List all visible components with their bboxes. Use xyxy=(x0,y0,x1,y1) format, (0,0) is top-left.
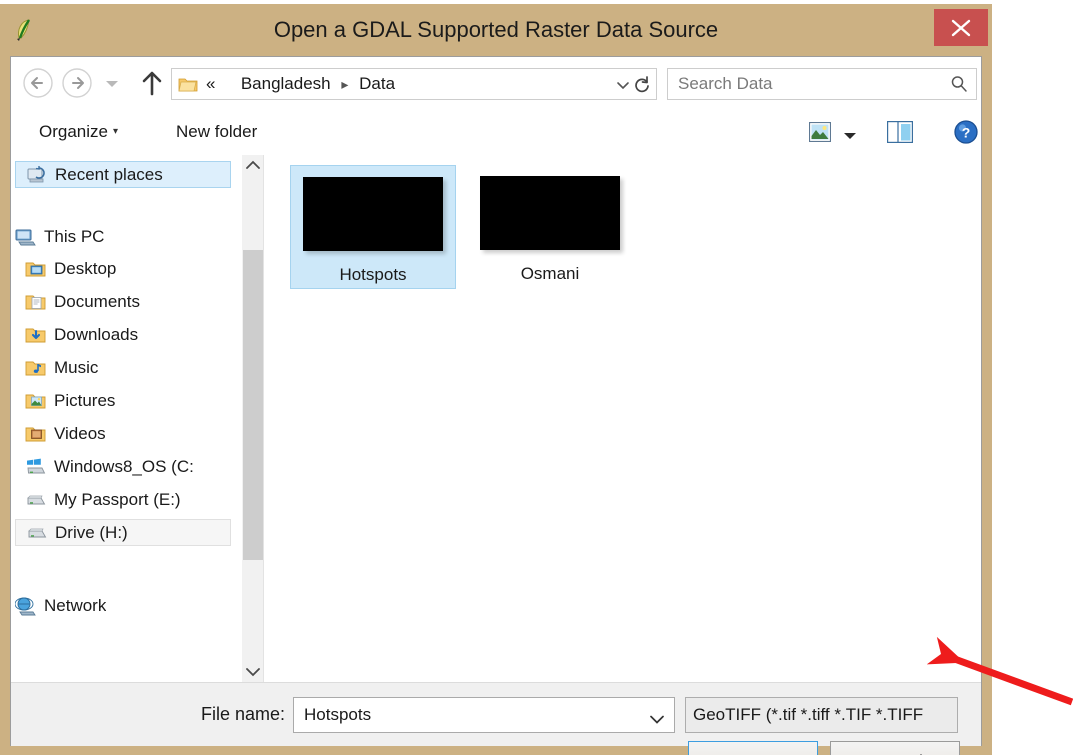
downloads-folder-icon xyxy=(25,325,47,345)
open-button[interactable]: Open xyxy=(688,741,818,755)
close-icon xyxy=(951,19,971,37)
chevron-down-icon[interactable] xyxy=(650,711,664,724)
arrow-up-icon xyxy=(142,71,162,96)
breadcrumb-separator: ▸ xyxy=(341,76,349,92)
search-box[interactable]: Search Data xyxy=(667,68,977,100)
arrow-left-icon xyxy=(23,68,53,98)
videos-folder-icon xyxy=(25,424,47,444)
sidebar-item-label: Pictures xyxy=(54,390,116,410)
help-question-icon[interactable]: ? xyxy=(954,120,978,144)
music-folder-icon xyxy=(25,358,47,378)
recent-places-icon xyxy=(26,165,48,185)
scroll-down-button[interactable] xyxy=(242,660,264,682)
up-one-level-button[interactable] xyxy=(141,69,163,97)
sidebar-item-windows8-os-c[interactable]: Windows8_OS (C: xyxy=(15,453,231,480)
black-raster-thumbnail xyxy=(303,177,443,251)
sidebar-item-label: Music xyxy=(54,357,99,377)
sidebar-item-label: Network xyxy=(44,595,107,615)
sidebar-item-label: Documents xyxy=(54,291,140,311)
breadcrumb[interactable]: « Bangladesh ▸ Data xyxy=(171,68,657,100)
back-button[interactable] xyxy=(22,67,54,99)
cancel-button[interactable]: Cancel xyxy=(830,741,960,755)
chevron-down-icon xyxy=(617,82,629,90)
chevron-down-icon xyxy=(246,668,260,677)
file-name-label: File name: xyxy=(201,704,286,724)
window-title: Open a GDAL Supported Raster Data Source xyxy=(273,17,719,42)
file-item-hotspots[interactable]: Hotspots xyxy=(290,165,456,289)
navigation-sidebar[interactable]: Recent places This PC Desktop Documents … xyxy=(11,155,241,682)
sidebar-item-desktop[interactable]: Desktop xyxy=(15,255,231,282)
sidebar-item-recent-places[interactable]: Recent places xyxy=(15,161,231,188)
file-item-label: Osmani xyxy=(520,264,580,283)
sidebar-item-label: Recent places xyxy=(55,164,163,184)
sidebar-scrollbar[interactable] xyxy=(241,155,264,682)
scrollbar-thumb[interactable] xyxy=(243,250,263,560)
chevron-down-icon xyxy=(106,81,118,87)
caret-down-icon: ▾ xyxy=(112,126,119,137)
refresh-button[interactable] xyxy=(632,75,652,95)
file-dialog: « Bangladesh ▸ Data Search Data Organize… xyxy=(10,56,982,755)
sidebar-item-my-passport-e[interactable]: My Passport (E:) xyxy=(15,486,231,513)
scroll-up-button[interactable] xyxy=(242,155,264,177)
sidebar-item-videos[interactable]: Videos xyxy=(15,420,231,447)
recent-locations-button[interactable] xyxy=(105,77,119,89)
sidebar-item-label: Downloads xyxy=(54,324,139,344)
sidebar-item-label: Videos xyxy=(54,423,106,443)
sidebar-item-label: This PC xyxy=(44,226,105,246)
preview-pane-icon[interactable] xyxy=(886,120,914,144)
svg-text:?: ? xyxy=(962,125,971,141)
folder-icon xyxy=(178,75,198,93)
navigation-bar: « Bangladesh ▸ Data Search Data xyxy=(11,57,981,109)
file-list[interactable]: Hotspots Osmani xyxy=(264,155,981,682)
sidebar-item-network[interactable]: Network xyxy=(14,592,231,619)
file-item-osmani[interactable]: Osmani xyxy=(467,165,633,289)
black-raster-thumbnail xyxy=(480,176,620,250)
pictures-folder-icon xyxy=(25,391,47,411)
refresh-icon xyxy=(635,76,649,93)
search-icon xyxy=(950,75,968,93)
this-pc-icon xyxy=(15,227,37,247)
sidebar-item-music[interactable]: Music xyxy=(15,354,231,381)
sidebar-item-downloads[interactable]: Downloads xyxy=(15,321,231,348)
dialog-window: Open a GDAL Supported Raster Data Source xyxy=(0,4,992,755)
breadcrumb-part-0[interactable]: Bangladesh xyxy=(241,74,331,93)
documents-folder-icon xyxy=(25,292,47,312)
file-type-filter-value: GeoTIFF (*.tif *.tiff *.TIF *.TIFF xyxy=(693,705,924,724)
file-type-filter-dropdown[interactable]: GeoTIFF (*.tif *.tiff *.TIF *.TIFF xyxy=(685,697,958,733)
caret-down-icon xyxy=(844,133,856,139)
drive-icon xyxy=(26,523,48,543)
sidebar-item-pictures[interactable]: Pictures xyxy=(15,387,231,414)
sidebar-item-label: Drive (H:) xyxy=(55,522,128,542)
drive-icon xyxy=(25,490,47,510)
arrow-right-icon xyxy=(62,68,92,98)
toolbar: Organize ▾ New folder ? xyxy=(11,109,981,156)
sidebar-item-label: My Passport (E:) xyxy=(54,489,181,509)
picture-view-icon[interactable] xyxy=(808,121,832,143)
breadcrumb-prefix: « xyxy=(206,74,216,93)
organize-button[interactable]: Organize ▾ xyxy=(39,109,118,155)
sidebar-item-label: Windows8_OS (C: xyxy=(54,456,194,476)
breadcrumb-path: « Bangladesh ▸ Data xyxy=(206,69,395,99)
sidebar-item-this-pc[interactable]: This PC xyxy=(15,223,231,250)
search-input[interactable]: Search Data xyxy=(678,69,773,99)
breadcrumb-part-1[interactable]: Data xyxy=(359,74,395,93)
file-item-label: Hotspots xyxy=(339,265,407,284)
windows-drive-icon xyxy=(25,457,47,477)
sidebar-item-drive-h[interactable]: Drive (H:) xyxy=(15,519,231,546)
sidebar-item-documents[interactable]: Documents xyxy=(15,288,231,315)
view-dropdown-button[interactable] xyxy=(843,128,857,139)
file-name-value[interactable]: Hotspots xyxy=(304,698,371,732)
close-button[interactable] xyxy=(934,9,988,46)
desktop-folder-icon xyxy=(25,259,47,279)
title-bar: Open a GDAL Supported Raster Data Source xyxy=(0,4,992,56)
forward-button[interactable] xyxy=(61,67,93,99)
screenshot-root: Open a GDAL Supported Raster Data Source xyxy=(0,0,1073,755)
file-name-input[interactable]: Hotspots xyxy=(293,697,675,733)
chevron-up-icon xyxy=(246,160,260,169)
breadcrumb-dropdown-button[interactable] xyxy=(616,78,630,92)
new-folder-button[interactable]: New folder xyxy=(176,109,257,155)
sidebar-item-label: Desktop xyxy=(54,258,117,278)
network-icon xyxy=(14,596,37,616)
organize-label: Organize xyxy=(39,122,108,141)
